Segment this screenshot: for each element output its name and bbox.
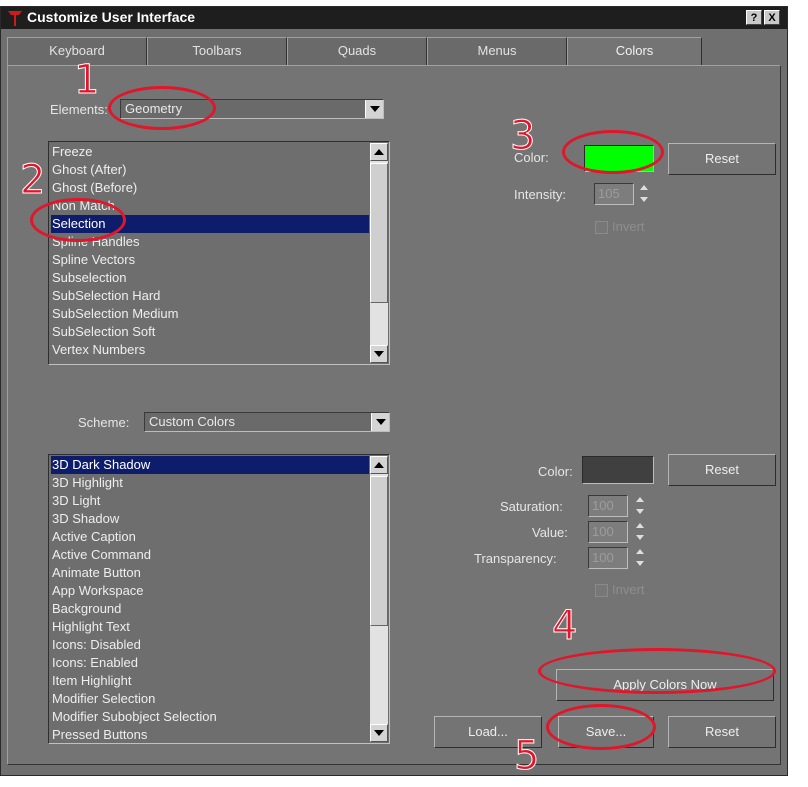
list-item[interactable]: Item Highlight xyxy=(51,672,369,690)
color-swatch-bottom[interactable] xyxy=(582,456,654,484)
tab-bar: Keyboard Toolbars Quads Menus Colors xyxy=(7,37,767,67)
scroll-thumb[interactable] xyxy=(370,163,388,303)
list-item[interactable]: Animate Button xyxy=(51,564,369,582)
list-item[interactable]: Icons: Enabled xyxy=(51,654,369,672)
list-item[interactable]: Highlight Text xyxy=(51,618,369,636)
scheme-combo-value: Custom Colors xyxy=(149,414,235,429)
chevron-down-icon[interactable] xyxy=(365,100,383,118)
intensity-field[interactable]: 105 xyxy=(594,183,634,205)
transparency-field[interactable]: 100 xyxy=(588,547,628,569)
scheme-list[interactable]: 3D Dark Shadow 3D Highlight 3D Light 3D Sha… xyxy=(48,454,390,744)
window-title: Customize User Interface xyxy=(27,9,196,25)
list-item[interactable]: Active Command xyxy=(51,546,369,564)
saturation-spinner[interactable] xyxy=(634,495,646,517)
color-swatch-top[interactable] xyxy=(584,145,654,172)
intensity-label: Intensity: xyxy=(514,187,567,202)
elements-combo[interactable]: Geometry xyxy=(120,99,384,119)
tab-toolbars[interactable]: Toolbars xyxy=(147,37,287,65)
save-button[interactable]: Save... xyxy=(558,716,654,748)
list-item[interactable]: Background xyxy=(51,600,369,618)
scroll-down-icon[interactable] xyxy=(370,724,388,742)
tab-menus[interactable]: Menus xyxy=(427,37,567,65)
app-logo-icon xyxy=(8,11,22,26)
list-item[interactable]: SubSelection Soft xyxy=(51,323,369,341)
list-item[interactable]: Pressed Buttons xyxy=(51,726,369,743)
value-label: Value: xyxy=(532,525,568,540)
reset-button-top[interactable]: Reset xyxy=(668,143,776,175)
elements-combo-value: Geometry xyxy=(125,101,183,116)
elements-scrollbar[interactable] xyxy=(370,143,388,363)
list-item[interactable]: Modifier Subobject Selection xyxy=(51,708,369,726)
intensity-spinner[interactable] xyxy=(638,183,650,205)
invert-checkbox-top[interactable] xyxy=(595,221,608,234)
list-item[interactable]: 3D Highlight xyxy=(51,474,369,492)
list-item[interactable]: Spline Vectors xyxy=(51,251,369,269)
list-item[interactable]: Selection xyxy=(51,215,369,233)
customize-ui-dialog: Customize User Interface ? X Keyboard To… xyxy=(0,6,788,776)
value-spinner[interactable] xyxy=(634,521,646,543)
annotation-number-1: 1 xyxy=(73,57,100,103)
list-item[interactable]: App Workspace xyxy=(51,582,369,600)
list-item[interactable]: Freeze xyxy=(51,143,369,161)
value-field[interactable]: 100 xyxy=(588,521,628,543)
list-item[interactable]: Modifier Selection xyxy=(51,690,369,708)
color-label-bottom: Color: xyxy=(538,464,573,479)
apply-colors-now-button[interactable]: Apply Colors Now xyxy=(556,669,774,701)
title-bar: Customize User Interface ? X xyxy=(1,7,787,29)
reset-button-bottom[interactable]: Reset xyxy=(668,454,776,486)
saturation-label: Saturation: xyxy=(500,499,563,514)
invert-label-bottom: Invert xyxy=(612,582,645,597)
scheme-label: Scheme: xyxy=(78,415,130,430)
scroll-down-icon[interactable] xyxy=(370,345,388,363)
list-item[interactable]: 3D Dark Shadow xyxy=(51,456,369,474)
scroll-up-icon[interactable] xyxy=(370,143,388,161)
invert-checkbox-bottom[interactable] xyxy=(595,584,608,597)
help-button[interactable]: ? xyxy=(746,10,762,25)
list-item[interactable]: Subselection xyxy=(51,269,369,287)
transparency-label: Transparency: xyxy=(474,551,557,566)
tab-quads[interactable]: Quads xyxy=(287,37,427,65)
list-item[interactable]: 3D Light xyxy=(51,492,369,510)
colors-panel: Elements: Geometry Freeze Ghost (After) Gh… xyxy=(7,65,781,765)
chevron-down-icon[interactable] xyxy=(371,413,389,431)
list-item[interactable]: Active Caption xyxy=(51,528,369,546)
scroll-up-icon[interactable] xyxy=(370,456,388,474)
list-item[interactable]: Non Match xyxy=(51,197,369,215)
annotation-number-4: 4 xyxy=(551,603,578,649)
scheme-list-items: 3D Dark Shadow 3D Highlight 3D Light 3D Sha… xyxy=(51,456,369,743)
invert-label-top: Invert xyxy=(612,219,645,234)
list-item[interactable]: Ghost (After) xyxy=(51,161,369,179)
annotation-number-5: 5 xyxy=(513,733,540,779)
list-item[interactable]: SubSelection Medium xyxy=(51,305,369,323)
annotation-number-3: 3 xyxy=(509,113,536,159)
scheme-scrollbar[interactable] xyxy=(370,456,388,742)
list-item[interactable]: Vertex Numbers xyxy=(51,341,369,359)
reset-button-scheme[interactable]: Reset xyxy=(668,716,776,748)
list-item[interactable]: Icons: Disabled xyxy=(51,636,369,654)
scroll-thumb[interactable] xyxy=(370,476,388,626)
transparency-spinner[interactable] xyxy=(634,547,646,569)
tab-colors[interactable]: Colors xyxy=(567,37,702,67)
elements-label: Elements: xyxy=(50,102,108,117)
list-item[interactable]: SubSelection Hard xyxy=(51,287,369,305)
annotation-number-2: 2 xyxy=(19,157,46,203)
elements-list[interactable]: Freeze Ghost (After) Ghost (Before) Non Mat… xyxy=(48,141,390,365)
list-item[interactable]: Ghost (Before) xyxy=(51,179,369,197)
close-button[interactable]: X xyxy=(764,10,780,25)
saturation-field[interactable]: 100 xyxy=(588,495,628,517)
list-item[interactable]: Spline Handles xyxy=(51,233,369,251)
scheme-combo[interactable]: Custom Colors xyxy=(144,412,390,432)
list-item[interactable]: 3D Shadow xyxy=(51,510,369,528)
elements-list-items: Freeze Ghost (After) Ghost (Before) Non Mat… xyxy=(51,143,369,359)
